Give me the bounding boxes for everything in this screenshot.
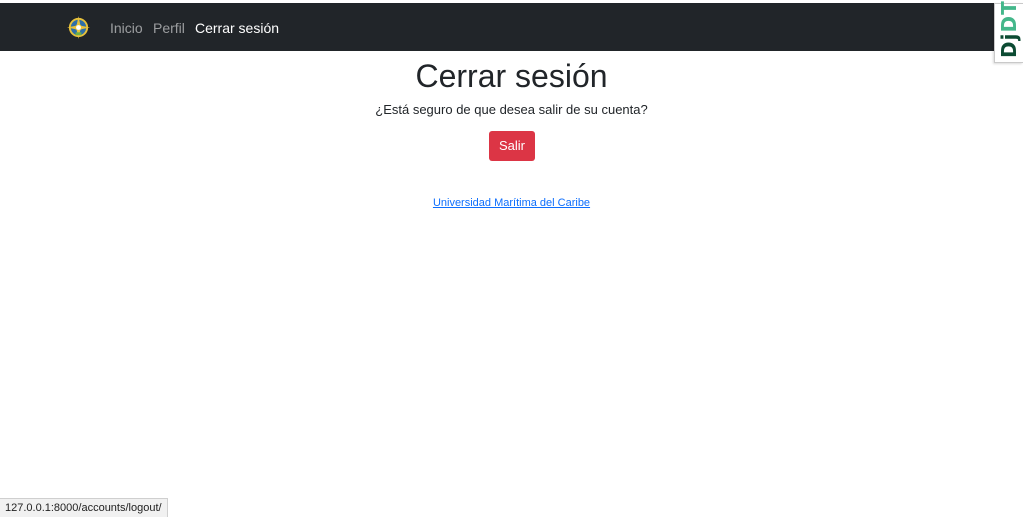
compass-rose-logo-icon[interactable] bbox=[66, 15, 91, 40]
logout-confirmation-message: ¿Está seguro de que desea salir de su cu… bbox=[375, 102, 648, 117]
navbar: Inicio Perfil Cerrar sesión bbox=[0, 3, 1023, 51]
university-link[interactable]: Universidad Marítima del Caribe bbox=[433, 197, 590, 209]
nav-link-cerrar-sesion[interactable]: Cerrar sesión bbox=[195, 20, 279, 37]
footer: Universidad Marítima del Caribe bbox=[0, 196, 1023, 210]
logout-submit-button[interactable]: Salir bbox=[489, 131, 535, 161]
nav-link-inicio[interactable]: Inicio bbox=[110, 20, 143, 37]
djdt-logo-suffix: DT bbox=[997, 0, 1021, 33]
page-title: Cerrar sesión bbox=[415, 58, 608, 94]
django-debug-toolbar-handle[interactable]: DjDT bbox=[994, 0, 1023, 63]
djdt-logo-prefix: Dj bbox=[997, 32, 1021, 58]
djdt-logo: DjDT bbox=[997, 0, 1021, 58]
nav-link-perfil[interactable]: Perfil bbox=[153, 20, 185, 37]
browser-status-bar: 127.0.0.1:8000/accounts/logout/ bbox=[0, 498, 168, 517]
